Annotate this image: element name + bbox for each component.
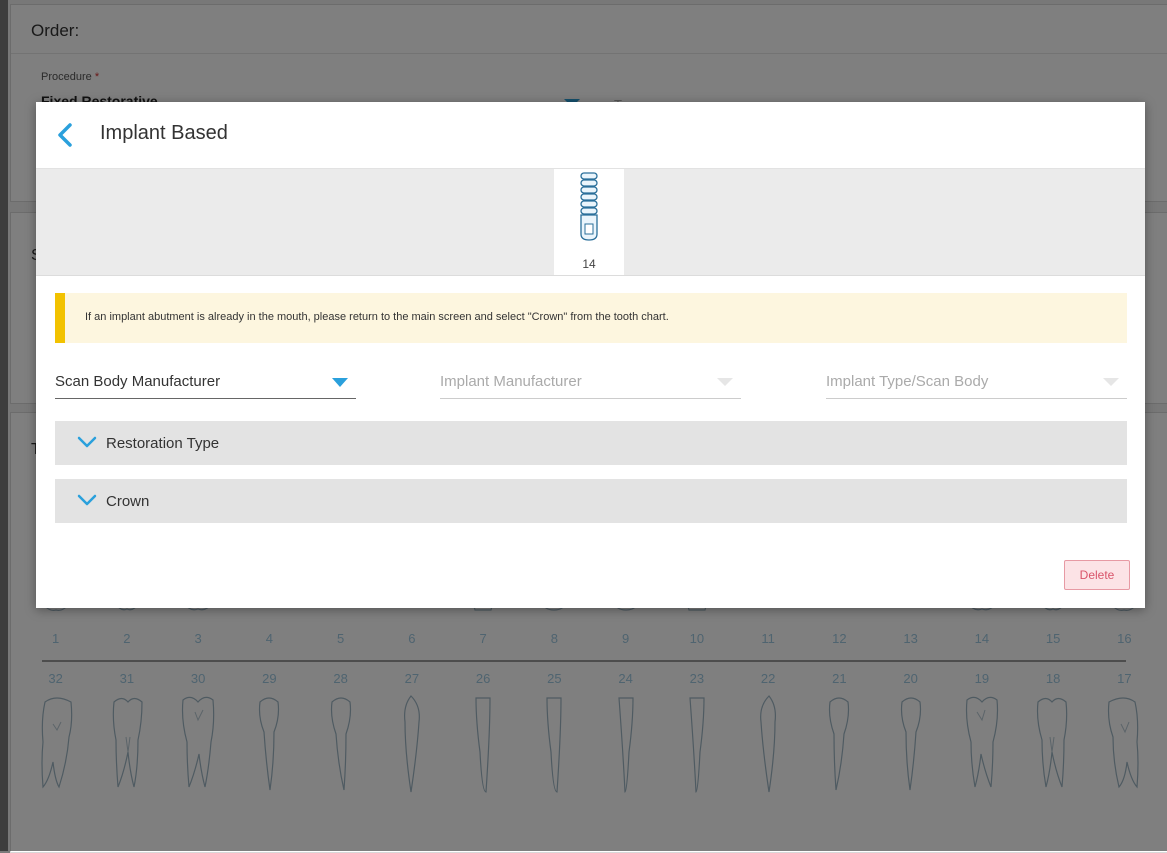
dialog-header: Implant Based — [36, 102, 1145, 169]
implant-type-label: Implant Type/Scan Body — [826, 373, 989, 390]
select-underline — [55, 397, 356, 399]
crown-label: Crown — [106, 493, 150, 510]
delete-button[interactable]: Delete — [1064, 560, 1130, 590]
scan-body-manufacturer-label: Scan Body Manufacturer — [55, 373, 221, 390]
restoration-type-label: Restoration Type — [106, 435, 220, 452]
dropdown-arrow-icon — [332, 378, 348, 387]
implant-type-select[interactable]: Implant Type/Scan Body — [826, 365, 1127, 399]
scan-body-manufacturer-select[interactable]: Scan Body Manufacturer — [55, 365, 356, 399]
warning-banner: If an implant abutment is already in the… — [55, 293, 1127, 343]
implant-based-dialog: Implant Based 14 If an implant abutment … — [36, 102, 1145, 608]
select-underline — [826, 398, 1127, 399]
selected-tooth-strip: 14 — [36, 169, 1145, 276]
warning-accent-bar — [55, 293, 65, 343]
restoration-type-section[interactable]: Restoration Type — [55, 421, 1127, 465]
select-underline — [440, 398, 741, 399]
chevron-down-icon — [77, 435, 97, 454]
chevron-down-icon — [77, 493, 97, 512]
selected-tooth-number: 14 — [582, 257, 596, 271]
implant-icon — [580, 172, 598, 241]
crown-section[interactable]: Crown — [55, 479, 1127, 523]
back-chevron-icon[interactable] — [54, 122, 78, 148]
selected-tooth-tile[interactable]: 14 — [554, 169, 624, 275]
warning-text: If an implant abutment is already in the… — [85, 311, 669, 323]
dialog-title: Implant Based — [100, 122, 228, 144]
dropdown-arrow-icon — [1103, 378, 1119, 386]
implant-manufacturer-select[interactable]: Implant Manufacturer — [440, 365, 741, 399]
implant-manufacturer-label: Implant Manufacturer — [440, 373, 582, 390]
dropdown-arrow-icon — [717, 378, 733, 386]
